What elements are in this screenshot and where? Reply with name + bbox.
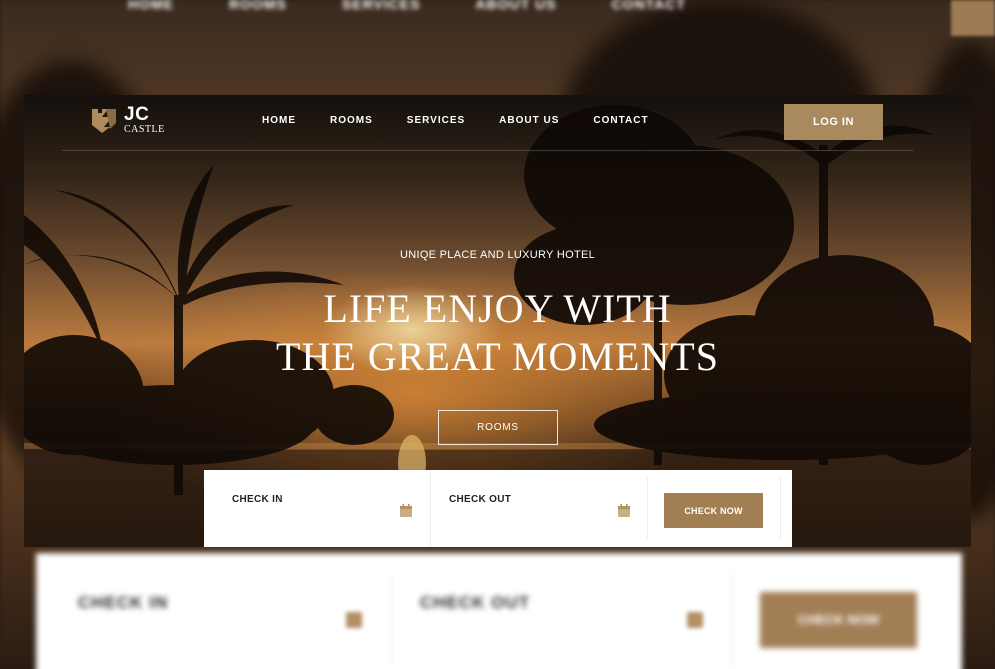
hero-subtitle: UNIQE PLACE AND LUXURY HOTEL [399, 249, 596, 261]
rooms-button[interactable]: ROOMS [438, 410, 558, 445]
background-login-button [951, 0, 995, 36]
brand-name: JC [124, 104, 150, 125]
nav-item-services[interactable]: SERVICES [407, 115, 465, 126]
hero-title-line2: THE GREAT MOMENTS [276, 334, 719, 379]
background-nav-item: SERVICES [341, 0, 421, 12]
nav-item-home[interactable]: HOME [262, 115, 296, 126]
main-nav: HOME ROOMS SERVICES ABOUT US CONTACT [262, 115, 649, 126]
check-in-field[interactable]: CHECK IN [204, 470, 430, 547]
check-out-field[interactable]: CHECK OUT [430, 470, 647, 547]
booking-divider [647, 478, 648, 538]
nav-item-about-us[interactable]: ABOUT US [499, 115, 559, 126]
calendar-icon[interactable] [618, 504, 630, 517]
booking-bar: CHECK IN CHECK OUT CHECK NOW [204, 470, 792, 547]
background-nav-item: ABOUT US [475, 0, 557, 12]
background-nav-item: CONTACT [611, 0, 686, 12]
brand-subtitle: CASTLE [124, 124, 165, 135]
logo-text: JC CASTLE [124, 105, 165, 135]
background-nav-item: HOME [128, 0, 174, 12]
castle-logo-icon [92, 109, 116, 133]
site-header: JC CASTLE HOME ROOMS SERVICES ABOUT US C… [24, 95, 971, 151]
login-button[interactable]: LOG IN [784, 104, 883, 140]
booking-divider [780, 478, 781, 538]
logo[interactable]: JC CASTLE [90, 105, 165, 135]
check-now-button[interactable]: CHECK NOW [664, 493, 763, 528]
check-out-label: CHECK OUT [449, 494, 512, 505]
calendar-icon[interactable] [400, 504, 412, 517]
background-divider [732, 575, 733, 665]
background-calendar-icon [346, 612, 362, 628]
check-in-label: CHECK IN [232, 494, 283, 505]
background-divider [391, 575, 392, 665]
background-check-now-button: CHECK NOW [760, 592, 917, 648]
header-divider [62, 150, 913, 151]
hero-title-line1: LIFE ENJOY WITH [323, 286, 672, 331]
hero-section: JC CASTLE HOME ROOMS SERVICES ABOUT US C… [24, 95, 971, 547]
background-nav: HOME ROOMS SERVICES ABOUT US CONTACT [0, 0, 995, 20]
hero-title: LIFE ENJOY WITH THE GREAT MOMENTS [24, 285, 971, 381]
nav-item-contact[interactable]: CONTACT [593, 115, 648, 126]
background-check-out-label: CHECK OUT [420, 593, 531, 612]
background-nav-item: ROOMS [229, 0, 287, 12]
background-check-in-label: CHECK IN [78, 593, 169, 612]
nav-item-rooms[interactable]: ROOMS [330, 115, 373, 126]
background-calendar-icon [687, 612, 703, 628]
